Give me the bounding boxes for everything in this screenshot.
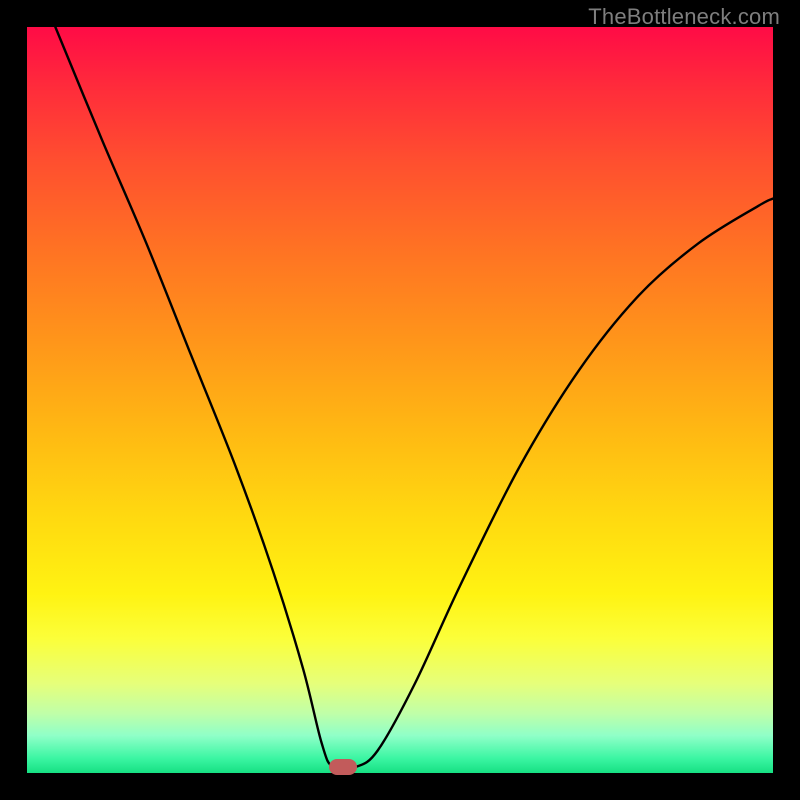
- plot-area: [27, 27, 773, 773]
- bottleneck-curve: [55, 27, 773, 770]
- watermark-text: TheBottleneck.com: [588, 4, 780, 30]
- curve-svg: [27, 27, 773, 773]
- optimal-marker: [329, 759, 357, 775]
- chart-frame: TheBottleneck.com: [0, 0, 800, 800]
